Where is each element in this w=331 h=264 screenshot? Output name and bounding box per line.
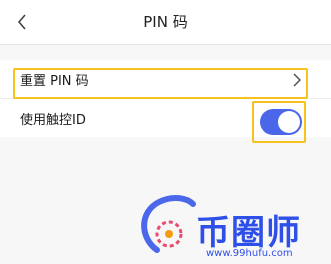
watermark-url: www.99hufu.com xyxy=(206,248,293,259)
page-title: PIN 码 xyxy=(143,13,188,31)
reset-pin-highlight xyxy=(13,68,308,99)
toggle-knob xyxy=(278,111,300,133)
touch-id-toggle[interactable] xyxy=(260,109,302,135)
touch-id-label: 使用触控ID xyxy=(20,112,86,128)
navigation-bar: PIN 码 xyxy=(0,0,331,45)
watermark-brand: 币圈师 xyxy=(196,213,301,253)
